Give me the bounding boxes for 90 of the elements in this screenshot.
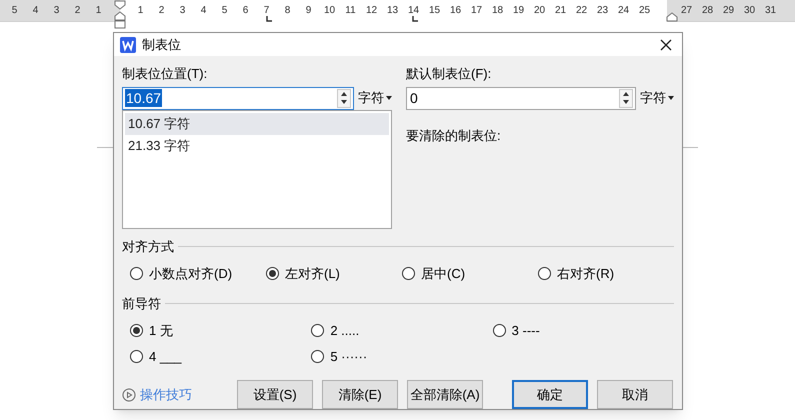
caret-icon — [386, 96, 392, 100]
action-button[interactable]: 全部清除(A) — [407, 380, 483, 409]
radio-label[interactable]: 2 ..... — [330, 321, 360, 340]
tab-stop-icon[interactable] — [412, 16, 418, 22]
unit-dropdown[interactable]: 字符 — [640, 88, 674, 108]
action-button[interactable]: 设置(S) — [237, 380, 313, 409]
number-field[interactable]: 10.67 — [122, 86, 354, 110]
ruler-number: 22 — [574, 4, 588, 18]
radio-button[interactable] — [538, 267, 551, 280]
section-title: 对齐方式 — [122, 238, 174, 256]
ruler-number: 23 — [596, 4, 610, 18]
ruler-number: 7 — [262, 4, 270, 18]
ruler-number: 18 — [490, 4, 504, 18]
ruler-number: 31 — [764, 4, 778, 18]
list-item[interactable]: 21.33 字符 — [125, 134, 389, 156]
radio-button[interactable] — [130, 350, 143, 363]
close-icon[interactable] — [660, 38, 672, 50]
caret-icon — [668, 96, 674, 100]
ruler-number: 9 — [304, 4, 312, 18]
section-title: 前导符 — [122, 294, 161, 312]
ruler-number: 3 — [52, 4, 60, 18]
ruler-number: 17 — [470, 4, 484, 18]
ruler-number: 16 — [448, 4, 462, 18]
radio-label[interactable]: 3 ---- — [512, 321, 540, 340]
indent-marker-icon[interactable] — [114, 0, 126, 30]
dialog-button[interactable]: 确定 — [512, 380, 588, 409]
margin-mark — [683, 147, 698, 148]
ruler-number: 29 — [722, 4, 736, 18]
field-label: 默认制表位(F): — [406, 65, 492, 83]
right-indent-marker-icon[interactable] — [666, 12, 678, 22]
number-field[interactable]: 0 — [406, 86, 636, 110]
play-circle-icon — [122, 388, 136, 402]
radio-label[interactable]: 1 无 — [149, 321, 173, 340]
list-item[interactable]: 10.67 字符 — [125, 112, 389, 134]
tips-link[interactable]: 操作技巧 — [122, 384, 237, 404]
unit-dropdown[interactable]: 字符 — [358, 88, 392, 108]
down-arrow-icon — [341, 100, 347, 104]
ruler-number: 3 — [178, 4, 186, 18]
ruler-number: 5 — [10, 4, 18, 18]
radio-label[interactable]: 5 ······ — [330, 346, 368, 366]
action-button[interactable]: 清除(E) — [322, 380, 398, 409]
radio-label[interactable]: 右对齐(R) — [557, 264, 614, 284]
ruler-number: 8 — [284, 4, 292, 18]
radio-label[interactable]: 居中(C) — [421, 264, 466, 284]
field-label: 要清除的制表位: — [406, 126, 502, 144]
spin-buttons[interactable] — [337, 88, 351, 108]
radio-label[interactable]: 4 ___ — [149, 346, 182, 366]
spin-buttons[interactable] — [619, 88, 633, 108]
radio-button[interactable] — [130, 324, 143, 338]
app-logo-icon — [120, 36, 136, 52]
ruler-number: 19 — [512, 4, 526, 18]
ruler-number: 2 — [158, 4, 166, 18]
radio-button[interactable] — [311, 324, 324, 338]
tab-stop-list[interactable]: 10.67 字符 21.33 字符 — [122, 110, 392, 228]
ruler-number: 20 — [532, 4, 546, 18]
ruler-number: 21 — [554, 4, 568, 18]
ruler-number: 4 — [32, 4, 40, 18]
radio-button[interactable] — [402, 267, 415, 280]
ruler-number: 30 — [742, 4, 756, 18]
up-arrow-icon — [341, 92, 347, 96]
down-arrow-icon — [623, 100, 629, 104]
field-value: 10.67 — [125, 89, 162, 107]
radio-button[interactable] — [266, 267, 279, 280]
ruler-number: 5 — [220, 4, 228, 18]
ruler-number: 1 — [136, 4, 144, 18]
radio-button[interactable] — [311, 350, 324, 363]
radio-label[interactable]: 小数点对齐(D) — [149, 264, 232, 284]
ruler-number: 12 — [364, 4, 378, 18]
ruler-number: 15 — [428, 4, 442, 18]
ruler-number: 2 — [74, 4, 82, 18]
radio-label[interactable]: 左对齐(L) — [285, 264, 340, 284]
tab-stop-icon[interactable] — [266, 16, 272, 22]
field-value: 0 — [409, 89, 419, 107]
dialog-button[interactable]: 取消 — [597, 380, 673, 409]
ruler-number: 24 — [616, 4, 630, 18]
ruler-number: 28 — [700, 4, 714, 18]
ruler-number: 14 — [406, 4, 420, 18]
window-title: 制表位 — [142, 36, 181, 54]
radio-button[interactable] — [130, 267, 143, 280]
ruler-number: 11 — [344, 4, 357, 18]
ruler-number: 13 — [386, 4, 400, 18]
ruler-number: 10 — [322, 4, 336, 18]
ruler-number: 27 — [680, 4, 694, 18]
field-label: 制表位位置(T): — [122, 65, 208, 83]
radio-button[interactable] — [492, 324, 506, 338]
ruler-number: 4 — [200, 4, 208, 18]
up-arrow-icon — [623, 92, 629, 96]
ruler-number: 6 — [242, 4, 250, 18]
ruler-number: 1 — [94, 4, 102, 18]
ruler-number: 25 — [638, 4, 652, 18]
